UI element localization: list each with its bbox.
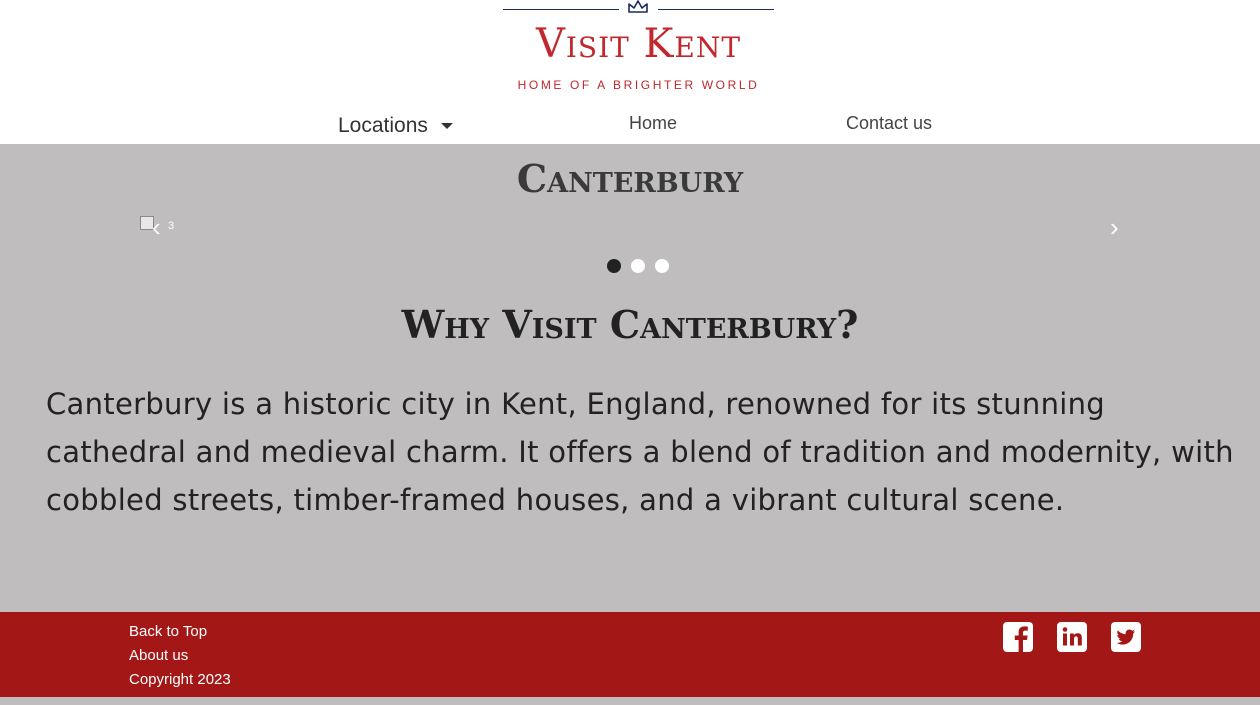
site-footer: Back to Top About us Copyright 2023 — [0, 612, 1260, 697]
carousel-dot-2[interactable] — [631, 259, 645, 273]
linkedin-icon[interactable] — [1057, 622, 1087, 652]
footer-links: Back to Top About us Copyright 2023 — [129, 620, 231, 692]
section-heading: Why Visit Canterbury? — [401, 302, 859, 347]
caret-down-icon — [440, 123, 453, 129]
copyright-text: Copyright 2023 — [129, 671, 231, 688]
page-bottom-strip — [0, 697, 1260, 705]
site-logo[interactable]: Visit Kent HOME OF A BRIGHTER WORLD — [503, 0, 774, 95]
carousel-next-button[interactable]: › — [1110, 214, 1119, 240]
carousel-dot-1[interactable] — [607, 259, 621, 273]
carousel-image-alt: 3 — [168, 220, 175, 232]
site-header: Visit Kent HOME OF A BRIGHTER WORLD Loca… — [0, 0, 1260, 144]
crown-icon — [628, 0, 648, 13]
logo-divider-left — [503, 9, 619, 10]
logo-title: Visit Kent — [535, 21, 742, 67]
about-us-link[interactable]: About us — [129, 644, 231, 668]
intro-paragraph: Canterbury is a historic city in Kent, E… — [46, 387, 1234, 517]
logo-divider-right — [658, 9, 774, 10]
nav-locations-label: Locations — [338, 114, 428, 137]
carousel-prev-button[interactable]: ‹ — [152, 214, 161, 240]
logo-subtitle: HOME OF A BRIGHTER WORLD — [517, 78, 760, 92]
nav-locations-dropdown[interactable]: Locations — [338, 112, 453, 140]
carousel-dot-3[interactable] — [655, 259, 669, 273]
back-to-top-link[interactable]: Back to Top — [129, 620, 231, 644]
nav-contact-link[interactable]: Contact us — [846, 112, 932, 134]
facebook-icon[interactable] — [1003, 622, 1033, 652]
twitter-icon[interactable] — [1111, 622, 1141, 652]
social-links — [1003, 622, 1141, 652]
page-title: Canterbury — [516, 156, 744, 201]
carousel-indicators — [607, 259, 669, 273]
nav-home-link[interactable]: Home — [629, 112, 677, 134]
